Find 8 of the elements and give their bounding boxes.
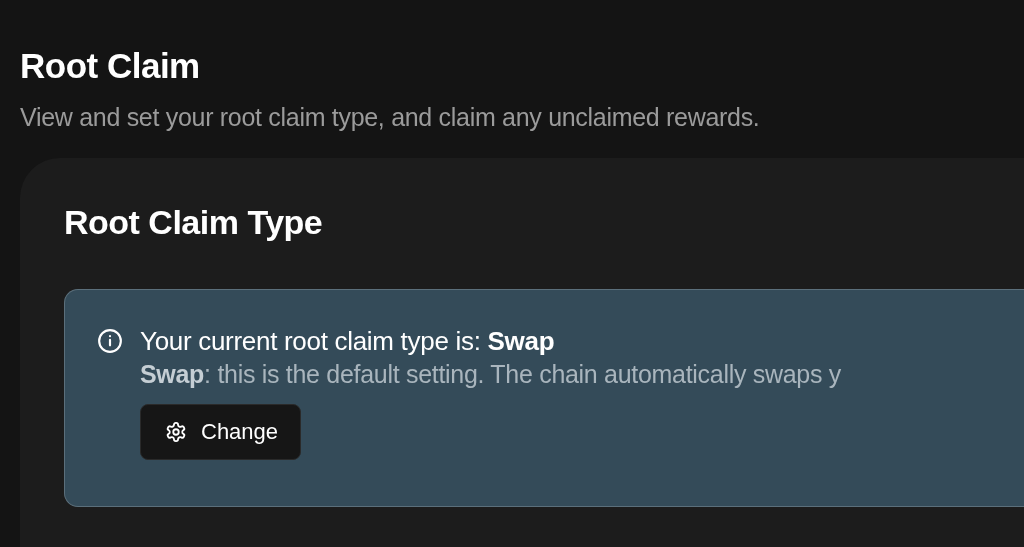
- notice-headline: Your current root claim type is: Swap: [140, 325, 555, 358]
- notice-detail: Swap: this is the default setting. The chain automatically swaps y: [140, 359, 841, 390]
- change-button[interactable]: Change: [140, 404, 302, 460]
- info-icon: [97, 328, 123, 354]
- section-description: View and set your root claim type, and claim any unclaimed rewards.: [20, 102, 761, 132]
- section-title: Root Claim: [20, 46, 201, 86]
- gear-icon: [165, 421, 187, 443]
- card-title: Root Claim Type: [64, 202, 324, 243]
